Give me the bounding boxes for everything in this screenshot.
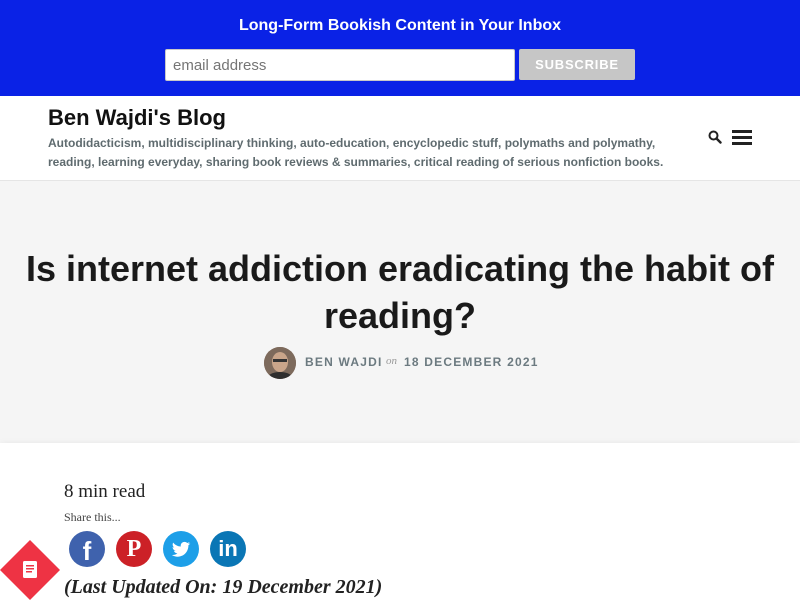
byline-on: on xyxy=(386,355,397,367)
email-field[interactable] xyxy=(165,49,515,81)
avatar[interactable] xyxy=(264,347,296,379)
share-label: Share this... xyxy=(64,510,121,524)
site-description: Autodidacticism, multidisciplinary think… xyxy=(48,136,664,169)
book-badge-button[interactable] xyxy=(0,540,60,600)
book-icon xyxy=(0,540,60,600)
newsletter-title: Long-Form Bookish Content in Your Inbox xyxy=(238,17,562,34)
post-date: 18 DECEMBER 2021 xyxy=(404,355,539,369)
site-title[interactable]: Ben Wajdi's Blog xyxy=(48,105,226,131)
newsletter-bar: Long-Form Bookish Content in Your Inbox … xyxy=(0,0,800,96)
twitter-icon[interactable] xyxy=(163,531,199,567)
site-header: Ben Wajdi's Blog Autodidacticism, multid… xyxy=(0,96,800,181)
byline: BEN WAJDI on 18 DECEMBER 2021 xyxy=(0,347,800,379)
post-title: Is internet addiction eradicating the ha… xyxy=(25,248,775,336)
last-updated: (Last Updated On: 19 December 2021) xyxy=(64,576,383,598)
facebook-icon[interactable]: f xyxy=(69,531,105,567)
subscribe-button[interactable]: SUBSCRIBE xyxy=(519,49,635,80)
author-name[interactable]: BEN WAJDI xyxy=(305,355,382,369)
linkedin-icon[interactable]: in xyxy=(210,531,246,567)
read-time: 8 min read xyxy=(64,481,146,502)
menu-icon[interactable] xyxy=(732,130,752,145)
pinterest-icon[interactable]: P xyxy=(116,531,152,567)
post-content: 8 min read Share this... f P in (Last Up… xyxy=(0,443,800,600)
search-icon[interactable] xyxy=(708,130,722,144)
